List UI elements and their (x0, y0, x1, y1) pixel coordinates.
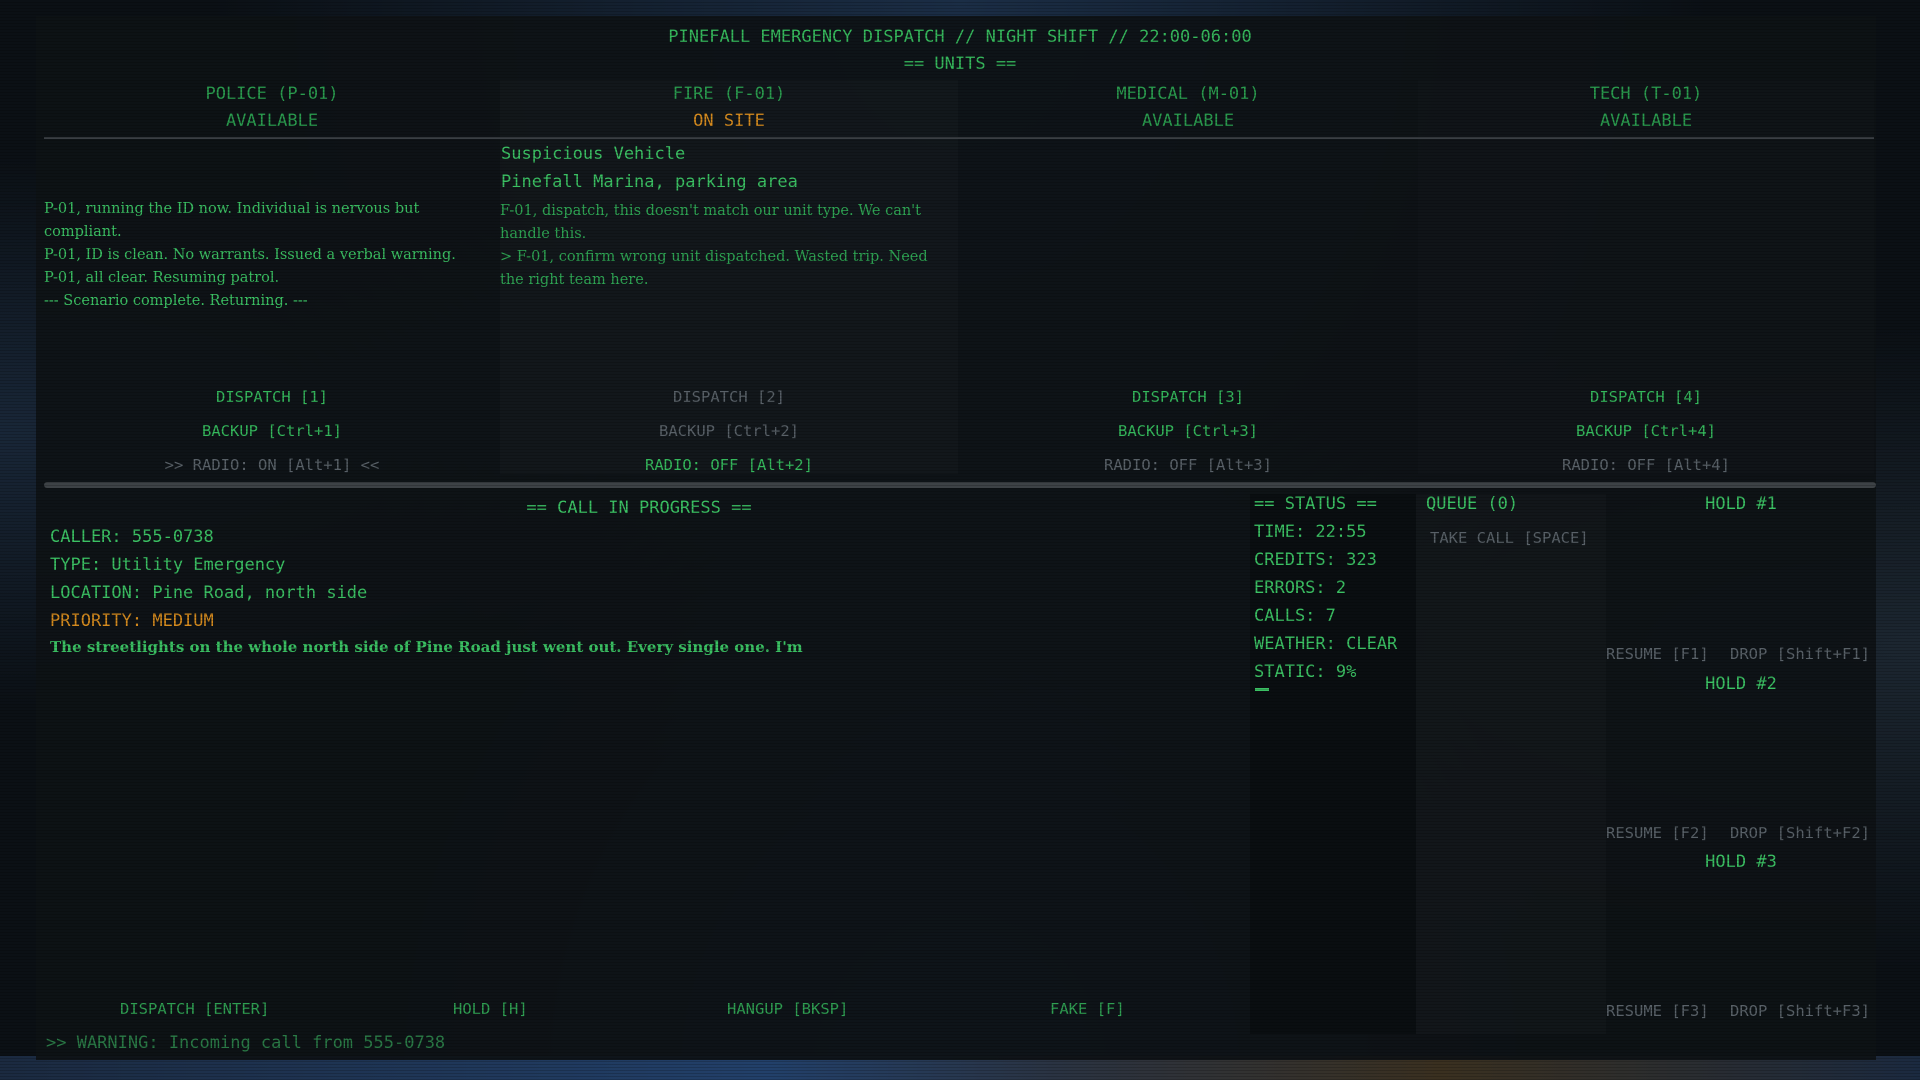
unit-radio-log: F-01, dispatch, this doesn't match our u… (500, 200, 954, 292)
unit-column-police: POLICE (P-01) AVAILABLE P-01, running th… (44, 80, 500, 474)
status-credits: CREDITS: 323 (1254, 550, 1377, 570)
log-line: P-01, all clear. Resuming patrol. (44, 270, 280, 286)
status-errors: ERRORS: 2 (1254, 578, 1347, 598)
dispatch-unit-3-button[interactable]: DISPATCH [3] (958, 388, 1418, 406)
log-line: > F-01, confirm wrong unit dispatched. W… (500, 249, 928, 288)
hold-slot-3-title: HOLD #3 (1705, 852, 1777, 872)
log-line: --- Scenario complete. Returning. --- (44, 293, 308, 309)
unit-name: POLICE (P-01) (205, 84, 339, 104)
resume-hold-1-button[interactable]: RESUME [F1] (1606, 645, 1709, 663)
radio-toggle-unit-3[interactable]: RADIO: OFF [Alt+3] (958, 456, 1418, 474)
incident-title: Suspicious Vehicle (501, 144, 686, 164)
call-in-progress-panel: == CALL IN PROGRESS == CALLER: 555-0738 … (44, 494, 1250, 1034)
hold-slot-1-title: HOLD #1 (1705, 494, 1777, 514)
hold-slot-2-controls: RESUME [F2] DROP [Shift+F2] (1606, 824, 1870, 842)
status-calls: CALLS: 7 (1254, 606, 1336, 626)
log-line: P-01, ID is clean. No warrants. Issued a… (44, 247, 456, 263)
unit-name: TECH (T-01) (1589, 84, 1703, 104)
drop-hold-3-button[interactable]: DROP [Shift+F3] (1730, 1002, 1870, 1020)
unit-divider (958, 137, 1418, 139)
backup-unit-4-button[interactable]: BACKUP [Ctrl+4] (1418, 422, 1874, 440)
unit-column-medical: MEDICAL (M-01) AVAILABLE DISPATCH [3] BA… (958, 80, 1418, 474)
call-transcript: The streetlights on the whole north side… (50, 638, 803, 656)
resume-hold-3-button[interactable]: RESUME [F3] (1606, 1002, 1709, 1020)
fake-call-button[interactable]: FAKE [F] (1050, 1000, 1125, 1018)
drop-hold-2-button[interactable]: DROP [Shift+F2] (1730, 824, 1870, 842)
queue-heading: QUEUE (0) (1426, 494, 1519, 514)
units-heading: == UNITS == (903, 54, 1017, 74)
hold-slot-3-controls: RESUME [F3] DROP [Shift+F3] (1606, 1002, 1870, 1020)
hold-panel: HOLD #1 RESUME [F1] DROP [Shift+F1] HOLD… (1606, 494, 1876, 1034)
radio-toggle-unit-1[interactable]: >> RADIO: ON [Alt+1] << (44, 456, 500, 474)
call-priority: PRIORITY: MEDIUM (50, 611, 214, 631)
status-heading: == STATUS == (1254, 494, 1377, 514)
take-call-button[interactable]: TAKE CALL [SPACE] (1430, 529, 1589, 547)
hold-slot-1-controls: RESUME [F1] DROP [Shift+F1] (1606, 645, 1870, 663)
unit-divider (44, 137, 500, 139)
unit-status: AVAILABLE (225, 111, 319, 131)
log-line: P-01, running the ID now. Individual is … (44, 201, 420, 240)
unit-radio-log: P-01, running the ID now. Individual is … (44, 198, 496, 313)
dispatch-unit-2-button[interactable]: DISPATCH [2] (500, 388, 958, 406)
radio-toggle-unit-4[interactable]: RADIO: OFF [Alt+4] (1418, 456, 1874, 474)
radio-toggle-unit-2[interactable]: RADIO: OFF [Alt+2] (500, 456, 958, 474)
status-panel: == STATUS == TIME: 22:55 CREDITS: 323 ER… (1250, 494, 1416, 1034)
unit-status: AVAILABLE (1141, 111, 1235, 131)
unit-column-tech: TECH (T-01) AVAILABLE DISPATCH [4] BACKU… (1418, 80, 1874, 474)
backup-unit-3-button[interactable]: BACKUP [Ctrl+3] (958, 422, 1418, 440)
app-title: PINEFALL EMERGENCY DISPATCH // NIGHT SHI… (668, 27, 1252, 47)
dispatch-call-button[interactable]: DISPATCH [ENTER] (120, 1000, 269, 1018)
dispatch-unit-4-button[interactable]: DISPATCH [4] (1418, 388, 1874, 406)
static-level-bar (1255, 688, 1269, 691)
dispatch-unit-1-button[interactable]: DISPATCH [1] (44, 388, 500, 406)
caller-number: CALLER: 555-0738 (50, 527, 214, 547)
queue-panel: QUEUE (0) TAKE CALL [SPACE] (1416, 494, 1606, 1034)
unit-divider (500, 137, 958, 139)
unit-status: AVAILABLE (1599, 111, 1693, 131)
drop-hold-1-button[interactable]: DROP [Shift+F1] (1730, 645, 1870, 663)
unit-status: ON SITE (693, 111, 765, 131)
incoming-call-warning: >> WARNING: Incoming call from 555-0738 (46, 1033, 446, 1053)
call-type: TYPE: Utility Emergency (50, 555, 286, 575)
panel-divider (44, 482, 1876, 488)
unit-column-fire: FIRE (F-01) ON SITE Suspicious Vehicle P… (500, 80, 958, 474)
backup-unit-1-button[interactable]: BACKUP [Ctrl+1] (44, 422, 500, 440)
status-weather: WEATHER: CLEAR (1254, 634, 1398, 654)
hangup-button[interactable]: HANGUP [BKSP] (727, 1000, 848, 1018)
call-location: LOCATION: Pine Road, north side (50, 583, 368, 603)
incident-location: Pinefall Marina, parking area (501, 172, 798, 192)
resume-hold-2-button[interactable]: RESUME [F2] (1606, 824, 1709, 842)
unit-divider (1418, 137, 1874, 139)
backup-unit-2-button[interactable]: BACKUP [Ctrl+2] (500, 422, 958, 440)
status-static: STATIC: 9% (1254, 662, 1357, 682)
hold-slot-2-title: HOLD #2 (1705, 674, 1777, 694)
unit-name: MEDICAL (M-01) (1116, 84, 1260, 104)
call-heading: == CALL IN PROGRESS == (526, 498, 752, 518)
status-time: TIME: 22:55 (1254, 522, 1367, 542)
unit-name: FIRE (F-01) (672, 84, 786, 104)
hold-call-button[interactable]: HOLD [H] (453, 1000, 528, 1018)
log-line: F-01, dispatch, this doesn't match our u… (500, 203, 921, 242)
